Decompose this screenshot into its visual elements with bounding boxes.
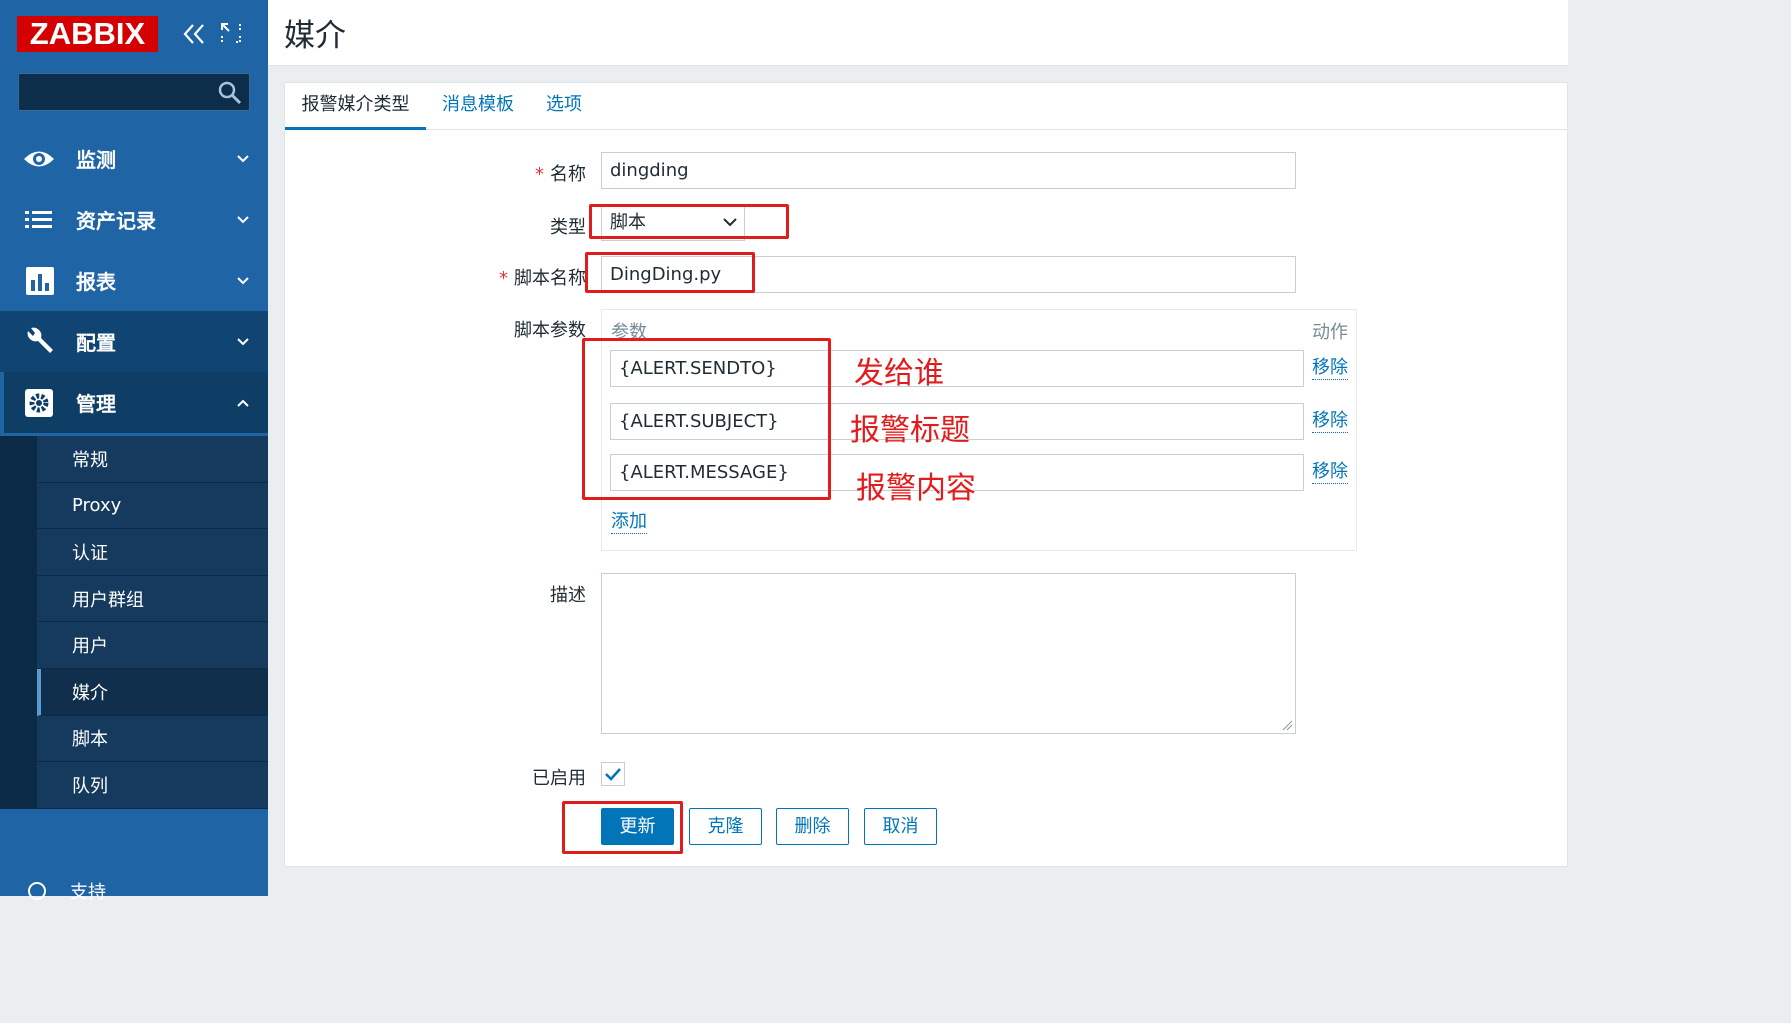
- type-label: 类型: [550, 217, 586, 238]
- submenu-label: 队列: [72, 775, 108, 797]
- resize-grip-icon[interactable]: [1281, 719, 1293, 731]
- page-header: 媒介: [268, 0, 1568, 66]
- list-icon: [25, 210, 52, 228]
- support-icon: [28, 882, 46, 900]
- tab-media-type[interactable]: 报警媒介类型: [285, 83, 426, 130]
- tab-options[interactable]: 选项: [546, 83, 582, 130]
- menu-item-administration[interactable]: 管理: [0, 372, 268, 433]
- submenu-item-users[interactable]: 用户: [37, 622, 268, 669]
- annotation-box-type: [589, 204, 789, 239]
- enabled-checkbox[interactable]: [601, 762, 625, 786]
- page-title: 媒介: [284, 18, 346, 54]
- annotation-box-update: [562, 801, 683, 854]
- submenu-item-user-groups[interactable]: 用户群组: [37, 575, 268, 623]
- remove-param-link[interactable]: 移除: [1312, 357, 1348, 380]
- action-column-header: 动作: [1312, 322, 1348, 343]
- submenu-label: 认证: [72, 542, 108, 564]
- submenu-item-scripts[interactable]: 脚本: [37, 715, 268, 763]
- chevron-up-icon: [237, 399, 249, 407]
- menu-label: 监测: [76, 148, 116, 172]
- tab-bar: 报警媒介类型 消息模板 选项: [285, 83, 1567, 130]
- menu-item-monitoring[interactable]: 监测: [0, 128, 268, 189]
- chevron-down-icon: [237, 154, 249, 162]
- description-textarea[interactable]: [601, 573, 1296, 734]
- menu-item-reports[interactable]: 报表: [0, 250, 268, 311]
- description-label: 描述: [550, 585, 586, 606]
- menu-item-inventory[interactable]: 资产记录: [0, 189, 268, 250]
- menu-label: 管理: [76, 392, 116, 416]
- script-name-label-text: 脚本名称: [514, 268, 586, 289]
- gear-icon: [25, 388, 53, 417]
- required-marker: *: [535, 164, 544, 185]
- annotation-box-params: [582, 338, 831, 500]
- bar-chart-icon: [26, 266, 54, 295]
- script-params-label: 脚本参数: [514, 320, 586, 341]
- menu-label: 配置: [76, 331, 116, 355]
- sidebar: ZABBIX 监测 资产记录 报表 配置 管理 常规 Proxy 认证 用户群组…: [0, 0, 268, 903]
- checkmark-icon: [605, 768, 621, 781]
- delete-button[interactable]: 删除: [776, 808, 849, 845]
- menu-item-configuration[interactable]: 配置: [0, 311, 268, 372]
- name-label-text: 名称: [550, 164, 586, 185]
- main-menu: 监测 资产记录 报表 配置 管理: [0, 128, 268, 433]
- submenu-label: 用户群组: [72, 589, 144, 611]
- kiosk-mode-icon[interactable]: [218, 20, 244, 46]
- menu-label: 报表: [76, 270, 116, 294]
- submenu-label: 脚本: [72, 729, 108, 751]
- support-label: 支持: [70, 882, 106, 903]
- chevron-down-icon: [237, 215, 249, 223]
- menu-label: 资产记录: [76, 209, 156, 233]
- submenu-label: 媒介: [72, 682, 108, 704]
- cancel-button[interactable]: 取消: [864, 808, 937, 845]
- chevron-down-icon: [237, 337, 249, 345]
- submenu-item-general[interactable]: 常规: [37, 436, 268, 483]
- collapse-sidebar-icon[interactable]: [180, 20, 208, 48]
- submenu-label: 常规: [72, 449, 108, 471]
- submenu-item-proxy[interactable]: Proxy: [37, 482, 268, 530]
- annotation-alert-content: 报警内容: [856, 471, 976, 506]
- zabbix-logo[interactable]: ZABBIX: [17, 16, 158, 52]
- remove-param-link[interactable]: 移除: [1312, 461, 1348, 484]
- submenu-item-queue[interactable]: 队列: [37, 762, 268, 809]
- submenu-item-media[interactable]: 媒介: [37, 668, 268, 716]
- required-marker: *: [499, 268, 508, 289]
- sidebar-search-input[interactable]: [18, 73, 250, 111]
- tab-message-templates[interactable]: 消息模板: [442, 83, 514, 130]
- eye-icon: [24, 151, 54, 166]
- script-name-label: * 脚本名称: [499, 264, 586, 290]
- annotation-box-script-name: [585, 252, 755, 293]
- name-input[interactable]: dingding: [601, 152, 1296, 189]
- clone-button[interactable]: 克隆: [689, 808, 762, 845]
- administration-submenu: 常规 Proxy 认证 用户群组 用户 媒介 脚本 队列: [0, 436, 268, 809]
- chevron-down-icon: [237, 276, 249, 284]
- name-label: * 名称: [535, 160, 586, 186]
- submenu-label: 用户: [72, 636, 108, 658]
- wrench-icon: [27, 327, 53, 353]
- support-link[interactable]: 支持: [22, 878, 106, 904]
- submenu-item-authentication[interactable]: 认证: [37, 529, 268, 576]
- submenu-label: Proxy: [72, 494, 122, 516]
- enabled-label: 已启用: [532, 768, 586, 789]
- annotation-send-to: 发给谁: [854, 356, 944, 391]
- annotation-alert-title: 报警标题: [850, 413, 970, 448]
- search-icon[interactable]: [217, 80, 243, 106]
- remove-param-link[interactable]: 移除: [1312, 410, 1348, 433]
- add-param-link[interactable]: 添加: [611, 511, 647, 534]
